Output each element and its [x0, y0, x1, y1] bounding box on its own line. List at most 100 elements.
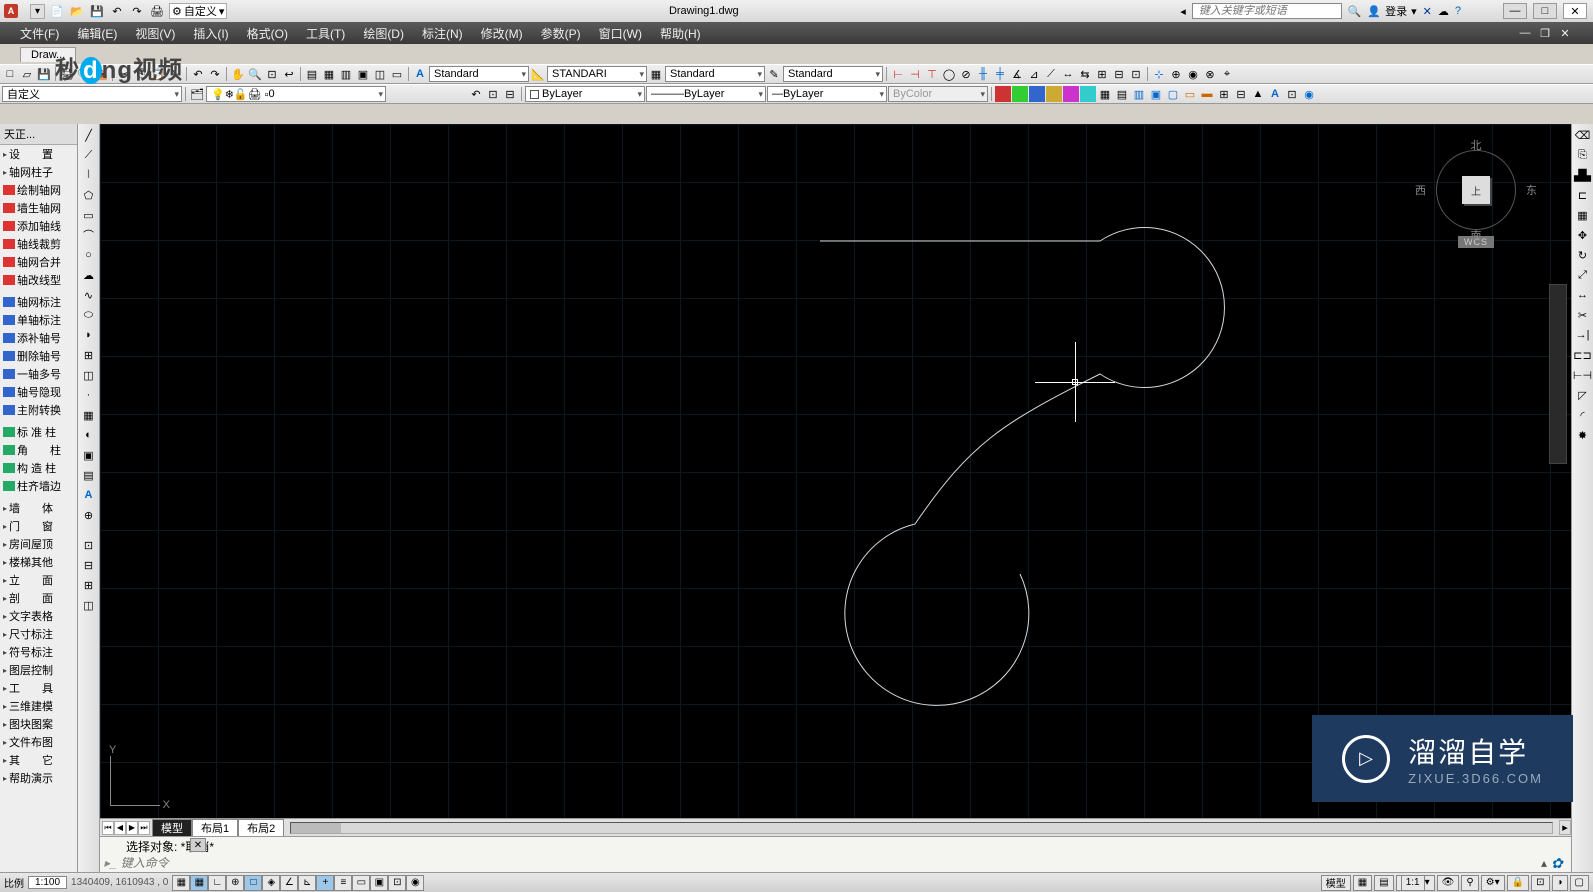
ortho-toggle[interactable]: ∟	[208, 875, 226, 891]
dim-tool-icon[interactable]: ∡	[1009, 66, 1025, 82]
zoom-win-icon[interactable]: ⊡	[264, 66, 280, 82]
menu-file[interactable]: 文件(F)	[20, 25, 59, 42]
qa-dropdown[interactable]: ▾	[30, 4, 45, 19]
mod-icon[interactable]: ▤	[1114, 86, 1130, 102]
dim-tool-icon[interactable]: ╪	[992, 66, 1008, 82]
polar-toggle[interactable]: ⊕	[226, 875, 244, 891]
maximize-button[interactable]: □	[1533, 3, 1557, 19]
mod-icon[interactable]	[995, 86, 1011, 102]
table-icon[interactable]: ▤	[80, 466, 98, 484]
close-button[interactable]: ✕	[1563, 3, 1587, 19]
tab-prev-icon[interactable]: ◀	[114, 821, 126, 835]
panel-item[interactable]: ▸工 具	[0, 679, 77, 697]
layer-combo[interactable]: 💡❄🔓🖨 ▫ 0	[206, 86, 386, 102]
dim-tool-icon[interactable]: ⊞	[1094, 66, 1110, 82]
viewcube-top[interactable]: 上	[1462, 176, 1490, 204]
modify-tool-icon[interactable]: ⊗	[1202, 66, 1218, 82]
doc-minimize-button[interactable]: —	[1517, 25, 1533, 41]
layer-prev-icon[interactable]: ↶	[468, 86, 484, 102]
anno-auto-icon[interactable]: ⚲	[1461, 875, 1478, 891]
offset-icon[interactable]: ⊏	[1574, 186, 1592, 204]
ssm-icon[interactable]: ▣	[355, 66, 371, 82]
mod-icon[interactable]: ▭	[1182, 86, 1198, 102]
nav-left-icon[interactable]: ◂	[1180, 5, 1186, 18]
linetype-combo[interactable]: ——— ByLayer	[646, 86, 766, 102]
panel-item[interactable]: ▸房间屋顶	[0, 535, 77, 553]
markup-icon[interactable]: ◫	[372, 66, 388, 82]
redo-icon[interactable]: ↷	[207, 66, 223, 82]
circle-icon[interactable]: ○	[80, 246, 98, 264]
mod-icon[interactable]: ⊟	[1233, 86, 1249, 102]
zoom-prev-icon[interactable]: ↩	[281, 66, 297, 82]
workspace-select[interactable]: ⚙ 自定义 ▾	[169, 3, 227, 19]
undo-icon[interactable]: ↶	[190, 66, 206, 82]
qv-drawings-icon[interactable]: ▤	[1374, 875, 1393, 891]
mod-icon[interactable]: ▥	[1131, 86, 1147, 102]
doc-close-button[interactable]: ✕	[1557, 25, 1573, 41]
ws-switch-icon[interactable]: ⚙▾	[1481, 875, 1505, 891]
panel-item[interactable]: 轴网标注	[0, 293, 77, 311]
doc-restore-button[interactable]: ❐	[1537, 25, 1553, 41]
ellipse-arc-icon[interactable]: ◗	[80, 326, 98, 344]
panel-item[interactable]: ▸文字表格	[0, 607, 77, 625]
minimize-button[interactable]: —	[1503, 3, 1527, 19]
anno-scale[interactable]: 1:1▾	[1396, 875, 1435, 891]
panel-item[interactable]: ▸设 置	[0, 145, 77, 163]
panel-item[interactable]: ▸文件布图	[0, 733, 77, 751]
pline-icon[interactable]: ⦚	[80, 166, 98, 184]
tab-model[interactable]: 模型	[152, 819, 192, 837]
panel-item[interactable]: ▸三维建模	[0, 697, 77, 715]
menu-edit[interactable]: 编辑(E)	[77, 25, 117, 42]
modify-tool-icon[interactable]: ◉	[1185, 66, 1201, 82]
open-icon[interactable]: ▱	[19, 66, 35, 82]
scale-icon[interactable]: ⤢	[1574, 266, 1592, 284]
pan-icon[interactable]: ✋	[230, 66, 246, 82]
help-icon[interactable]: ?	[1455, 5, 1461, 17]
tp-icon[interactable]: ▥	[338, 66, 354, 82]
redo-icon[interactable]: ↷	[129, 3, 145, 19]
modify-tool-icon[interactable]: ⌖	[1219, 66, 1235, 82]
panel-item[interactable]: ▸墙 体	[0, 499, 77, 517]
menu-help[interactable]: 帮助(H)	[660, 25, 701, 42]
ellipse-icon[interactable]: ⬭	[80, 306, 98, 324]
chamfer-icon[interactable]: ◸	[1574, 386, 1592, 404]
mtext-icon[interactable]: A	[80, 486, 98, 504]
clean-icon[interactable]: ▢	[1570, 875, 1589, 891]
point-icon[interactable]: ·	[80, 386, 98, 404]
xline-icon[interactable]: ⟋	[80, 146, 98, 164]
block-icon[interactable]: ◫	[80, 366, 98, 384]
hscrollbar[interactable]	[290, 822, 1553, 834]
dim-tool-icon[interactable]: ⊢	[890, 66, 906, 82]
mod-icon[interactable]: ◉	[1301, 86, 1317, 102]
panel-item[interactable]: 角 柱	[0, 441, 77, 459]
layer-mgr-icon[interactable]: 🗂	[189, 86, 205, 102]
array-icon[interactable]: ▦	[1574, 206, 1592, 224]
insert-icon[interactable]: ⊞	[80, 346, 98, 364]
tablestyle-combo[interactable]: Standard	[665, 66, 765, 82]
navigation-bar[interactable]	[1549, 284, 1567, 464]
extra-icon[interactable]: ⊞	[80, 576, 98, 594]
panel-item[interactable]: ▸图层控制	[0, 661, 77, 679]
model-space-button[interactable]: 模型	[1321, 875, 1351, 891]
panel-item[interactable]: ▸楼梯其他	[0, 553, 77, 571]
mod-icon[interactable]	[1063, 86, 1079, 102]
menu-modify[interactable]: 修改(M)	[481, 25, 523, 42]
otrack-toggle[interactable]: ∠	[280, 875, 298, 891]
join-icon[interactable]: ⊢⊣	[1574, 366, 1592, 384]
hscroll-right-icon[interactable]: ▸	[1559, 820, 1571, 835]
panel-item[interactable]: ▸帮助演示	[0, 769, 77, 787]
arc-icon[interactable]: ⌒	[80, 226, 98, 244]
fillet-icon[interactable]: ◜	[1574, 406, 1592, 424]
open-icon[interactable]: 📂	[69, 3, 85, 19]
zoom-rt-icon[interactable]: 🔍	[247, 66, 263, 82]
menu-tools[interactable]: 工具(T)	[306, 25, 345, 42]
tab-next-icon[interactable]: ▶	[126, 821, 138, 835]
properties-icon[interactable]: ▤	[304, 66, 320, 82]
qp-toggle[interactable]: ▣	[370, 875, 388, 891]
dimstyle-combo[interactable]: STANDARI	[547, 66, 647, 82]
dim-tool-icon[interactable]: ⇆	[1077, 66, 1093, 82]
scale-value[interactable]: 1:100	[28, 876, 67, 889]
dc-icon[interactable]: ▦	[321, 66, 337, 82]
login-button[interactable]: 👤 登录 ▾	[1367, 3, 1416, 19]
erase-icon[interactable]: ⌫	[1574, 126, 1592, 144]
